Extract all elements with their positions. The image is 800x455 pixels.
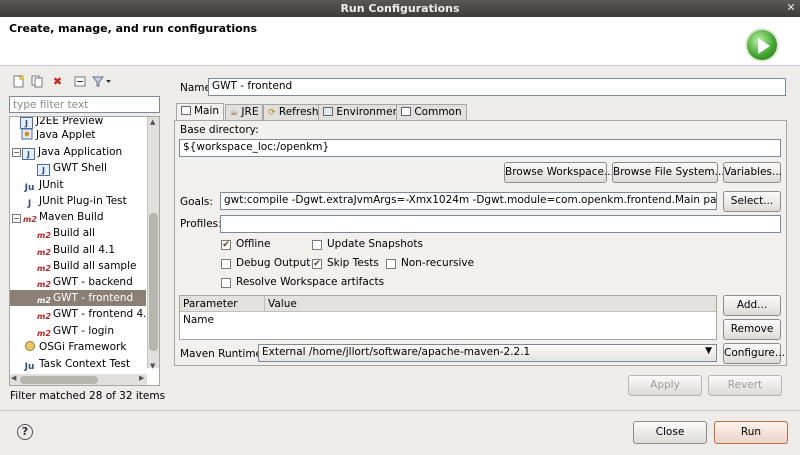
profiles-input[interactable] <box>220 215 781 233</box>
tree-item-gwt-frontend[interactable]: m2 GWT - frontend <box>10 290 146 306</box>
tree-item-osgi-framework[interactable]: OSGi Framework <box>23 339 126 355</box>
configure-button[interactable]: Configure... <box>723 343 785 364</box>
non-recursive-checkbox[interactable] <box>386 259 396 269</box>
tree-item-java-applet[interactable]: Java Applet <box>20 127 96 143</box>
filter-status: Filter matched 28 of 32 items <box>10 390 166 402</box>
dialog-header: Create, manage, and run configurations <box>0 17 800 66</box>
goals-input[interactable]: gwt:compile -Dgwt.extraJvmArgs=-Xmx1024m… <box>220 192 717 210</box>
apply-button[interactable]: Apply <box>628 375 702 396</box>
tree-item-java-application[interactable]: J Java Application <box>22 144 122 160</box>
tree-item-junit-plugin-test[interactable]: J JUnit Plug-in Test <box>23 193 127 209</box>
variables-button[interactable]: Variables... <box>723 162 782 183</box>
delete-icon[interactable]: ✖ <box>51 75 64 88</box>
tab-jre[interactable]: ☕ JRE <box>225 104 264 120</box>
maven-icon: m2 <box>37 231 51 240</box>
tree-item-gwt-backend[interactable]: m2 GWT - backend <box>37 274 133 290</box>
collapse-java-application[interactable]: − <box>12 148 21 157</box>
close-button[interactable]: Close <box>633 421 707 444</box>
tab-environment[interactable]: Environment <box>318 104 409 120</box>
non-recursive-label: Non-recursive <box>401 257 475 269</box>
tree-horizontal-scroll-thumb[interactable] <box>20 376 98 384</box>
name-input[interactable]: GWT - frontend <box>208 78 786 96</box>
tree-item-build-all-4-1[interactable]: m2 Build all 4.1 <box>37 242 115 258</box>
update-snapshots-label: Update Snapshots <box>327 238 423 250</box>
base-directory-input[interactable]: ${workspace_loc:/openkm} <box>179 139 781 157</box>
help-icon[interactable]: ? <box>17 424 33 440</box>
collapse-icon[interactable] <box>74 75 87 88</box>
debug-output-label: Debug Output <box>236 257 311 269</box>
run-button[interactable]: Run <box>714 421 788 444</box>
base-directory-label: Base directory: <box>180 124 259 136</box>
refresh-tab-icon: ⟳ <box>268 108 276 118</box>
maven-runtime-select[interactable]: External /home/jllort/software/apache-ma… <box>258 344 717 362</box>
maven-icon: m2 <box>23 215 37 224</box>
browse-file-system-button[interactable]: Browse File System... <box>612 162 725 183</box>
main-tab-icon <box>181 106 191 115</box>
footer-separator <box>0 410 800 411</box>
resolve-workspace-label: Resolve Workspace artifacts <box>236 276 385 288</box>
tree-vertical-scroll-thumb[interactable] <box>149 213 158 351</box>
jre-tab-icon: ☕ <box>230 108 239 118</box>
skip-tests-checkbox[interactable]: ✔ <box>312 259 322 269</box>
osgi-icon <box>23 340 36 352</box>
tab-main[interactable]: Main <box>176 103 225 121</box>
scroll-up-icon[interactable]: ▲ <box>150 118 155 126</box>
filter-input[interactable] <box>9 96 160 113</box>
window-title: Run Configurations <box>340 2 460 15</box>
config-toolbar: ✖ <box>6 72 161 92</box>
environment-tab-icon <box>323 107 333 116</box>
tree-item-junit[interactable]: Ju JUnit <box>23 177 64 193</box>
duplicate-icon[interactable] <box>31 75 44 88</box>
profiles-label: Profiles: <box>180 218 222 230</box>
tree-item-build-all[interactable]: m2 Build all <box>37 225 95 241</box>
skip-tests-label: Skip Tests <box>327 257 379 269</box>
tree-item-gwt-shell[interactable]: J GWT Shell <box>37 160 107 176</box>
scroll-down-icon[interactable]: ▼ <box>150 362 155 370</box>
offline-checkbox[interactable]: ✔ <box>221 240 231 250</box>
select-button[interactable]: Select... <box>723 191 781 212</box>
tab-refresh[interactable]: ⟳ Refresh <box>263 104 324 120</box>
tree-item-maven-build[interactable]: m2 Maven Build <box>23 209 104 225</box>
config-tree: J J2EE Preview Java Applet − J Java Applic… <box>9 116 160 386</box>
tree-item-build-all-sample[interactable]: m2 Build all sample <box>37 258 136 274</box>
tab-common[interactable]: Common <box>396 104 467 120</box>
goals-label: Goals: <box>180 196 213 208</box>
parameter-table[interactable]: Parameter Name Value <box>179 295 717 340</box>
new-config-icon[interactable] <box>12 74 25 88</box>
task-context-icon: Ju <box>24 362 35 372</box>
scroll-right-icon[interactable]: ▶ <box>139 374 144 382</box>
window-title-bar: Run Configurations <box>0 0 800 17</box>
tree-item-gwt-frontend-4-1[interactable]: m2 GWT - frontend 4.1 <box>37 306 153 322</box>
revert-button[interactable]: Revert <box>708 375 782 396</box>
value-header[interactable]: Value <box>265 296 716 312</box>
offline-label: Offline <box>236 238 271 250</box>
browse-workspace-button[interactable]: Browse Workspace... <box>504 162 614 183</box>
collapse-maven-build[interactable]: − <box>12 214 21 223</box>
java-application-icon: J <box>37 164 50 176</box>
java-application-icon: J <box>22 148 35 160</box>
window-close-icon[interactable]: ✕ <box>784 1 798 15</box>
maven-icon: m2 <box>37 312 51 321</box>
resolve-workspace-checkbox[interactable] <box>221 278 231 288</box>
debug-output-checkbox[interactable] <box>221 259 231 269</box>
scroll-left-icon[interactable]: ◀ <box>11 374 16 382</box>
maven-runtime-value: External /home/jllort/software/apache-ma… <box>262 346 531 358</box>
filter-dropdown-icon[interactable] <box>91 75 114 88</box>
header-text: Create, manage, and run configurations <box>9 22 258 35</box>
add-button[interactable]: Add... <box>723 295 781 316</box>
common-tab-icon <box>401 107 411 116</box>
tree-item-task-context-test[interactable]: Ju Task Context Test <box>23 356 131 372</box>
chevron-down-icon: ▼ <box>705 346 712 356</box>
maven-runtime-label: Maven Runtime: <box>180 348 266 360</box>
update-snapshots-checkbox[interactable] <box>312 240 322 250</box>
run-icon <box>745 28 779 62</box>
remove-button[interactable]: Remove <box>723 319 781 340</box>
parameter-name-header[interactable]: Parameter Name <box>180 296 265 326</box>
tree-item-gwt-login[interactable]: m2 GWT - login <box>37 323 114 339</box>
java-applet-icon <box>20 128 33 140</box>
